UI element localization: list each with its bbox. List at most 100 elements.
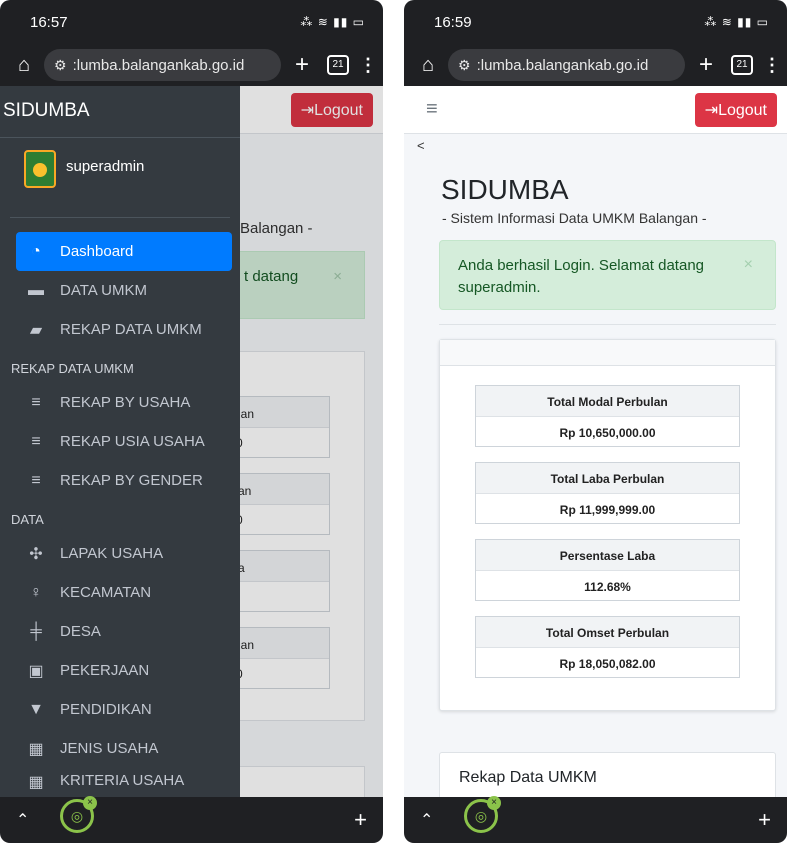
card-header bbox=[440, 340, 775, 366]
tab-count-button[interactable]: 21 bbox=[327, 55, 349, 75]
page-subtitle: - Sistem Informasi Data UMKM Balangan - bbox=[442, 210, 707, 226]
browser-bottom-bar: ⌃ ◎ × + bbox=[404, 796, 787, 843]
sidebar: SIDUMBA superadmin ◔ Dashboard ▬ DATA UM… bbox=[0, 86, 240, 797]
sidebar-header-rekap: REKAP DATA UMKM bbox=[11, 361, 134, 376]
close-badge-icon: × bbox=[487, 796, 501, 810]
stat-box-omset: Total Omset Perbulan Rp 18,050,082.00 bbox=[475, 616, 740, 678]
plus-icon[interactable]: + bbox=[758, 807, 771, 833]
sidebar-item-label: PEKERJAAN bbox=[60, 662, 150, 679]
url-text: :lumba.balangankab.go.id bbox=[476, 56, 649, 74]
status-icons: ⁂ ≋ ▮▮ ▭ bbox=[704, 15, 769, 29]
sidebar-item-lapak-usaha[interactable]: ✣ LAPAK USAHA bbox=[16, 534, 232, 573]
sidebar-overlay[interactable] bbox=[240, 86, 383, 797]
stat-label: Total Modal Perbulan bbox=[476, 386, 739, 417]
close-icon[interactable]: × bbox=[744, 254, 753, 276]
user-panel: superadmin bbox=[10, 138, 230, 218]
sidebar-item-label: KRITERIA USAHA bbox=[60, 772, 185, 789]
summary-card: Total Modal Perbulan Rp 10,650,000.00 To… bbox=[439, 339, 776, 711]
right-screenshot: 16:59 ⁂ ≋ ▮▮ ▭ ⌂ ⚙ :lumba.balangankab.go… bbox=[404, 0, 787, 843]
folder-open-icon: ▰ bbox=[29, 321, 43, 339]
stat-label: Total Omset Perbulan bbox=[476, 617, 739, 648]
left-screenshot: 16:57 ⁂ ≋ ▮▮ ▭ ⌂ ⚙ :lumba.balangankab.go… bbox=[0, 0, 383, 843]
browser-bottom-bar: ⌃ ◎ × + bbox=[0, 796, 383, 843]
sidebar-item-kriteria-usaha[interactable]: ▦ KRITERIA USAHA bbox=[16, 768, 232, 792]
extension-icon[interactable]: ◎ × bbox=[464, 796, 501, 833]
cubes-icon: ✣ bbox=[29, 545, 43, 563]
status-time: 16:57 bbox=[30, 13, 68, 31]
home-icon[interactable]: ⌂ bbox=[10, 54, 38, 77]
sidebar-item-rekap-data-umkm[interactable]: ▰ REKAP DATA UMKM bbox=[16, 310, 232, 349]
status-bar: 16:57 ⁂ ≋ ▮▮ ▭ bbox=[0, 0, 383, 44]
page-title: SIDUMBA bbox=[441, 174, 569, 205]
sidebar-item-jenis-usaha[interactable]: ▦ JENIS USAHA bbox=[16, 729, 232, 768]
top-navbar: ≡ ⇥Logout bbox=[404, 86, 787, 134]
tab-count-button[interactable]: 21 bbox=[731, 55, 753, 75]
stat-value: Rp 10,650,000.00 bbox=[559, 426, 656, 440]
sidebar-item-label: LAPAK USAHA bbox=[60, 545, 164, 562]
address-bar[interactable]: ⚙ :lumba.balangankab.go.id bbox=[448, 49, 685, 81]
stat-box-persentase: Persentase Laba 112.68% bbox=[475, 539, 740, 601]
stat-value: 112.68% bbox=[584, 580, 631, 594]
chevron-up-icon[interactable]: ⌃ bbox=[420, 810, 433, 830]
back-arrow[interactable]: < bbox=[417, 138, 425, 153]
new-tab-icon[interactable]: + bbox=[691, 51, 721, 79]
more-menu-icon[interactable]: ⋮ bbox=[359, 55, 377, 76]
alert-text: Anda berhasil Login. Selamat datang supe… bbox=[458, 257, 705, 296]
stat-label: Total Laba Perbulan bbox=[476, 463, 739, 494]
brand-link[interactable]: SIDUMBA bbox=[0, 86, 240, 138]
graduation-cap-icon: ▼ bbox=[28, 700, 44, 718]
close-badge-icon: × bbox=[83, 796, 97, 810]
signs-icon: ╪ bbox=[30, 622, 42, 640]
more-menu-icon[interactable]: ⋮ bbox=[763, 55, 781, 76]
bars-icon: ≡ bbox=[31, 393, 41, 411]
extension-icon[interactable]: ◎ × bbox=[60, 796, 97, 833]
balangan-logo bbox=[24, 150, 56, 188]
sidebar-item-pendidikan[interactable]: ▼ PENDIDIKAN bbox=[16, 690, 232, 729]
sidebar-item-pekerjaan[interactable]: ▣ PEKERJAAN bbox=[16, 651, 232, 690]
sidebar-item-rekap-by-gender[interactable]: ≡ REKAP BY GENDER bbox=[16, 461, 232, 500]
sidebar-item-label: JENIS USAHA bbox=[60, 740, 159, 757]
sidebar-item-label: REKAP BY GENDER bbox=[60, 472, 203, 489]
stat-label: Persentase Laba bbox=[476, 540, 739, 571]
briefcase-icon: ▣ bbox=[28, 662, 44, 680]
sidebar-header-data: DATA bbox=[11, 512, 44, 527]
stat-box-laba: Total Laba Perbulan Rp 11,999,999.00 bbox=[475, 462, 740, 524]
url-text: :lumba.balangankab.go.id bbox=[72, 56, 245, 74]
sidebar-item-label: DATA UMKM bbox=[60, 282, 147, 299]
grid-icon: ▦ bbox=[28, 774, 44, 791]
bars-icon: ≡ bbox=[31, 471, 41, 489]
sidebar-item-dashboard[interactable]: ◔ Dashboard bbox=[16, 232, 232, 271]
sidebar-item-rekap-usia-usaha[interactable]: ≡ REKAP USIA USAHA bbox=[16, 422, 232, 461]
hamburger-icon[interactable]: ≡ bbox=[426, 98, 438, 121]
home-icon[interactable]: ⌂ bbox=[414, 54, 442, 77]
map-pin-icon: ♀ bbox=[30, 583, 42, 601]
sidebar-item-kecamatan[interactable]: ♀ KECAMATAN bbox=[16, 573, 232, 612]
site-settings-icon[interactable]: ⚙ bbox=[458, 57, 471, 74]
sidebar-item-label: KECAMATAN bbox=[60, 584, 152, 601]
success-alert: Anda berhasil Login. Selamat datang supe… bbox=[439, 240, 776, 310]
logout-button[interactable]: ⇥Logout bbox=[694, 92, 777, 127]
stat-value: Rp 11,999,999.00 bbox=[559, 503, 656, 517]
sidebar-item-label: Dashboard bbox=[60, 243, 134, 260]
grid-icon: ▦ bbox=[28, 740, 44, 758]
status-bar: 16:59 ⁂ ≋ ▮▮ ▭ bbox=[404, 0, 787, 44]
sidebar-item-data-umkm[interactable]: ▬ DATA UMKM bbox=[16, 271, 232, 310]
logout-label: Logout bbox=[718, 101, 767, 119]
sidebar-item-desa[interactable]: ╪ DESA bbox=[16, 612, 232, 651]
sidebar-item-label: REKAP USIA USAHA bbox=[60, 433, 205, 450]
stat-value: Rp 18,050,082.00 bbox=[559, 657, 656, 671]
sidebar-item-label: DESA bbox=[60, 623, 101, 640]
gauge-icon: ◔ bbox=[31, 242, 41, 260]
main-content: ≡ ⇥Logout < SIDUMBA - Sistem Informasi D… bbox=[404, 86, 787, 802]
sidebar-item-label: REKAP BY USAHA bbox=[60, 394, 191, 411]
site-settings-icon[interactable]: ⚙ bbox=[54, 57, 67, 74]
plus-icon[interactable]: + bbox=[354, 807, 367, 833]
address-bar[interactable]: ⚙ :lumba.balangankab.go.id bbox=[44, 49, 281, 81]
sidebar-item-rekap-by-usaha[interactable]: ≡ REKAP BY USAHA bbox=[16, 383, 232, 422]
user-name[interactable]: superadmin bbox=[66, 158, 144, 175]
logout-icon: ⇥ bbox=[704, 101, 719, 119]
new-tab-icon[interactable]: + bbox=[287, 51, 317, 79]
rekap-card-title: Rekap Data UMKM bbox=[439, 752, 776, 802]
bars-icon: ≡ bbox=[31, 432, 41, 450]
chevron-up-icon[interactable]: ⌃ bbox=[16, 810, 29, 830]
